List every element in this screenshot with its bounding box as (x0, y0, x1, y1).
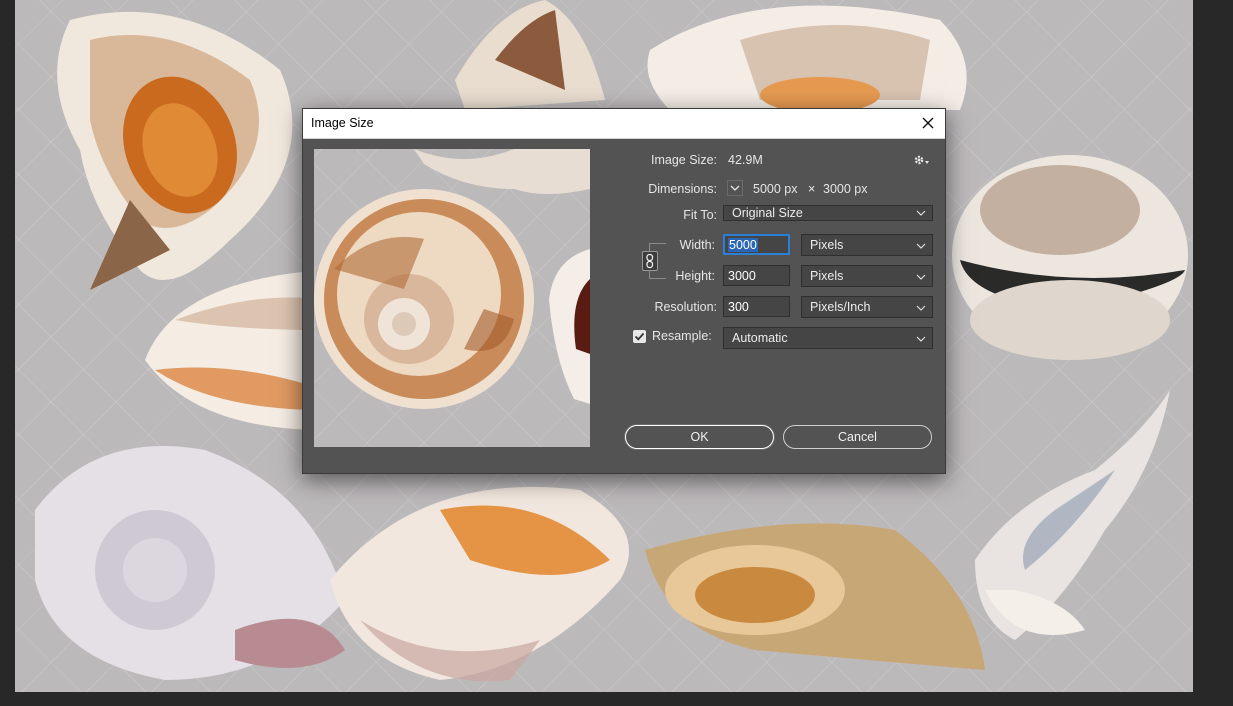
width-input[interactable]: 5000 (723, 234, 790, 255)
dimensions-times: × (808, 182, 816, 196)
height-value: 3000 (728, 269, 756, 283)
close-icon (922, 117, 934, 129)
resolution-unit-value: Pixels/Inch (810, 300, 871, 314)
width-value: 5000 (728, 238, 758, 252)
shell-top-right-image (640, 0, 980, 110)
dimensions-label: Dimensions: (648, 182, 717, 196)
resolution-label: Resolution: (654, 300, 717, 314)
chevron-down-icon (916, 336, 926, 342)
resolution-input[interactable]: 300 (723, 296, 790, 317)
chevron-down-icon (916, 243, 926, 249)
cancel-button[interactable]: Cancel (783, 425, 932, 449)
resample-select[interactable]: Automatic (723, 327, 933, 349)
width-unit-value: Pixels (810, 238, 844, 252)
dimensions-units-toggle[interactable] (727, 180, 743, 196)
resample-value: Automatic (732, 331, 788, 345)
shell-whelk-image (635, 510, 995, 680)
shell-murex-image (30, 0, 310, 300)
height-input[interactable]: 3000 (723, 265, 790, 286)
image-size-value: 42.9M (728, 153, 763, 167)
ok-button[interactable]: OK (625, 425, 774, 449)
fit-to-value: Original Size (732, 206, 803, 220)
resample-checkbox[interactable] (633, 330, 646, 343)
image-size-dialog: Image Size Image Size: 42.9M Dimensions:… (302, 108, 946, 474)
chevron-down-icon (730, 185, 740, 191)
height-label: Height: (675, 269, 715, 283)
settings-button[interactable] (913, 152, 931, 168)
height-unit-value: Pixels (810, 269, 844, 283)
width-label: Width: (679, 238, 715, 252)
constrain-proportions-button[interactable] (642, 251, 658, 271)
image-size-label: Image Size: (650, 153, 717, 167)
dimensions-width-value: 5000 px (753, 182, 798, 196)
resolution-unit-select[interactable]: Pixels/Inch (801, 296, 933, 318)
height-unit-select[interactable]: Pixels (801, 265, 933, 287)
chevron-down-icon (916, 274, 926, 280)
shell-spindle-image (955, 390, 1185, 660)
link-icon (646, 253, 654, 269)
gear-icon (914, 155, 929, 165)
preview-shell-image (314, 149, 590, 409)
dialog-titlebar[interactable]: Image Size (303, 109, 945, 139)
chevron-down-icon (916, 305, 926, 311)
fit-to-select[interactable]: Original Size (723, 205, 933, 221)
width-unit-select[interactable]: Pixels (801, 234, 933, 256)
dimensions-height-value: 3000 px (823, 182, 868, 196)
shell-cowrie-image (940, 150, 1193, 370)
checkbox-checked-icon (634, 332, 645, 341)
image-preview[interactable] (314, 149, 590, 447)
shell-top-center-image (435, 0, 615, 110)
close-button[interactable] (913, 110, 943, 136)
fit-to-label: Fit To: (683, 208, 717, 222)
dialog-title: Image Size (311, 116, 374, 130)
resample-label: Resample: (652, 329, 712, 343)
resolution-value: 300 (728, 300, 749, 314)
shell-conch-bottom-center-image (320, 470, 650, 690)
chevron-down-icon (916, 210, 926, 216)
